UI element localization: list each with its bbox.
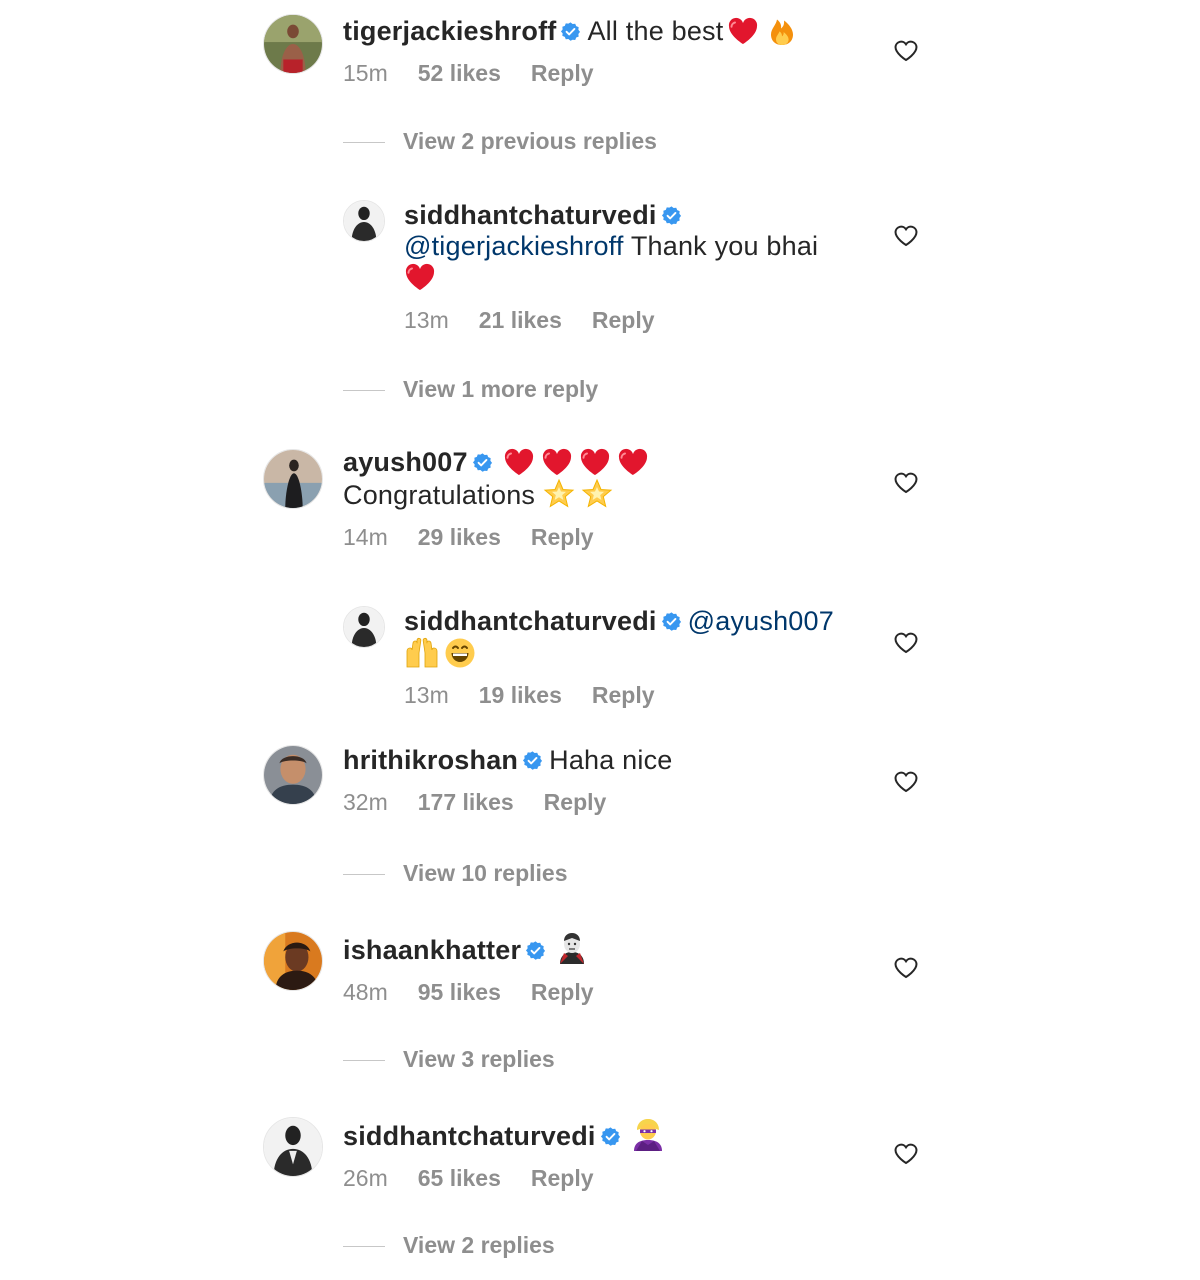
like-heart-icon[interactable]	[893, 769, 919, 793]
verified-badge-icon	[522, 750, 543, 771]
mention-link[interactable]: @tigerjackieshroff	[404, 231, 624, 261]
verified-badge-icon	[560, 21, 581, 42]
reply-button[interactable]: Reply	[531, 523, 594, 551]
view-replies-label: View 1 more reply	[403, 376, 599, 402]
red-heart-emoji-icon	[503, 447, 535, 477]
avatar[interactable]	[263, 14, 323, 74]
verified-badge-icon	[525, 940, 546, 961]
raising-hands-emoji-icon	[404, 637, 440, 669]
divider-line	[343, 142, 385, 144]
comment-time: 26m	[343, 1165, 388, 1191]
view-previous-replies-button[interactable]: View 2 previous replies	[343, 128, 657, 155]
red-heart-emoji-icon	[617, 447, 649, 477]
comment-likes[interactable]: 95 likes	[418, 978, 501, 1006]
comment-text: Haha nice	[549, 745, 673, 775]
comment-username[interactable]: ayush007	[343, 447, 468, 477]
comment-likes[interactable]: 52 likes	[418, 59, 501, 87]
red-heart-emoji-icon	[404, 262, 436, 292]
view-replies-button[interactable]: View 2 replies	[343, 1232, 555, 1259]
comment-time: 13m	[404, 307, 449, 333]
comment-time: 15m	[343, 60, 388, 86]
reply-button[interactable]: Reply	[531, 59, 594, 87]
avatar[interactable]	[263, 449, 323, 509]
glowing-star-emoji-icon	[543, 478, 575, 510]
view-more-replies-button[interactable]: View 1 more reply	[343, 376, 598, 403]
verified-badge-icon	[661, 611, 682, 632]
avatar[interactable]	[343, 200, 385, 242]
comment-time: 48m	[343, 979, 388, 1005]
reply-button[interactable]: Reply	[531, 978, 594, 1006]
reply-button[interactable]: Reply	[531, 1164, 594, 1192]
like-heart-icon[interactable]	[893, 38, 919, 62]
view-replies-label: View 2 replies	[403, 1232, 555, 1258]
comment-text: All the best	[587, 16, 724, 46]
divider-line	[343, 874, 385, 876]
red-heart-emoji-icon	[579, 447, 611, 477]
verified-badge-icon	[661, 205, 682, 226]
verified-badge-icon	[600, 1126, 621, 1147]
superhero-emoji-icon	[631, 1117, 665, 1151]
like-heart-icon[interactable]	[893, 955, 919, 979]
comment-username[interactable]: tigerjackieshroff	[343, 16, 556, 46]
like-heart-icon[interactable]	[893, 630, 919, 654]
comment-likes[interactable]: 65 likes	[418, 1164, 501, 1192]
comment-likes[interactable]: 21 likes	[479, 306, 562, 334]
avatar[interactable]	[343, 606, 385, 648]
comment-username[interactable]: siddhantchaturvedi	[404, 606, 657, 636]
reply-button[interactable]: Reply	[592, 306, 655, 334]
comment-text: Thank you bhai	[630, 231, 819, 261]
divider-line	[343, 1060, 385, 1062]
comment-username[interactable]: hrithikroshan	[343, 745, 518, 775]
view-replies-label: View 10 replies	[403, 860, 568, 886]
comment-likes[interactable]: 29 likes	[418, 523, 501, 551]
reply-button[interactable]: Reply	[592, 681, 655, 709]
comment-time: 14m	[343, 524, 388, 550]
red-heart-emoji-icon	[541, 447, 573, 477]
red-heart-emoji-icon	[727, 16, 759, 46]
comment-likes[interactable]: 177 likes	[418, 788, 514, 816]
divider-line	[343, 1246, 385, 1248]
view-replies-label: View 2 previous replies	[403, 128, 657, 154]
like-heart-icon[interactable]	[893, 1141, 919, 1165]
mention-link[interactable]: @ayush007	[688, 606, 834, 636]
like-heart-icon[interactable]	[893, 223, 919, 247]
comment-likes[interactable]: 19 likes	[479, 681, 562, 709]
comment-text: Congratulations	[343, 480, 536, 510]
like-heart-icon[interactable]	[893, 470, 919, 494]
avatar[interactable]	[263, 745, 323, 805]
glowing-star-emoji-icon	[581, 478, 613, 510]
comment-username[interactable]: siddhantchaturvedi	[343, 1121, 596, 1151]
comment-username[interactable]: ishaankhatter	[343, 935, 521, 965]
grinning-face-emoji-icon	[444, 637, 476, 669]
divider-line	[343, 390, 385, 392]
avatar[interactable]	[263, 931, 323, 991]
reply-button[interactable]: Reply	[544, 788, 607, 816]
view-replies-button[interactable]: View 3 replies	[343, 1046, 555, 1073]
avatar[interactable]	[263, 1117, 323, 1177]
vampire-emoji-icon	[556, 931, 588, 965]
view-replies-button[interactable]: View 10 replies	[343, 860, 568, 887]
comment-time: 13m	[404, 682, 449, 708]
verified-badge-icon	[472, 452, 493, 473]
fire-emoji-icon	[767, 14, 797, 46]
comment-time: 32m	[343, 789, 388, 815]
comment-username[interactable]: siddhantchaturvedi	[404, 200, 657, 230]
view-replies-label: View 3 replies	[403, 1046, 555, 1072]
